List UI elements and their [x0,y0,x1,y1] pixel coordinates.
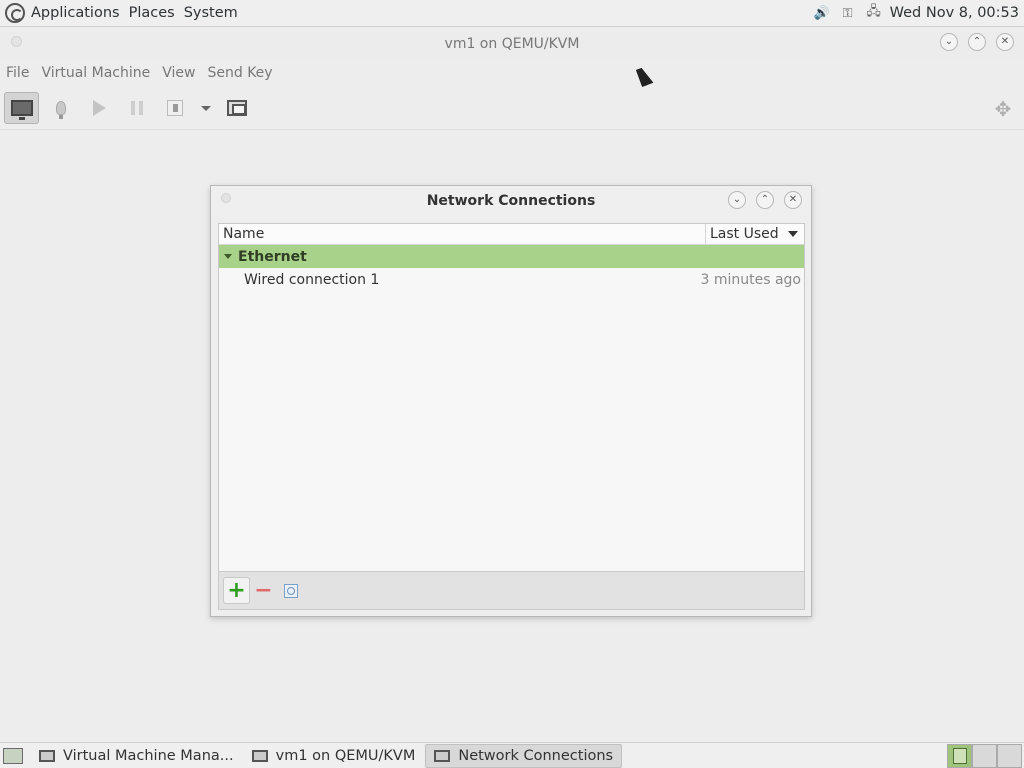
dialog-close-button[interactable]: ✕ [784,191,802,209]
details-button[interactable] [45,92,77,124]
bottom-panel: Virtual Machine Mana... vm1 on QEMU/KVM … [0,742,1024,768]
menu-view[interactable]: View [162,65,195,81]
workspace-1[interactable] [947,743,972,768]
key-icon[interactable]: ⚿ [838,4,858,22]
console-button[interactable] [4,92,39,124]
run-button[interactable] [83,92,115,124]
network-connections-icon [434,749,451,762]
settings-icon [283,583,298,598]
workspace-switcher [947,743,1022,768]
shutdown-dropdown[interactable] [197,92,215,124]
minus-icon: − [254,577,273,603]
task-network-connections[interactable]: Network Connections [425,743,623,768]
chevron-down-icon [201,105,211,111]
dialog-title: Network Connections [426,193,596,209]
task-virtual-machine-manager[interactable]: Virtual Machine Mana... [31,744,242,768]
clock[interactable]: Wed Nov 8, 00:53 [890,5,1019,21]
connection-last-used: 3 minutes ago [700,272,801,288]
system-menu[interactable]: System [184,5,238,21]
show-desktop-icon[interactable] [3,747,23,764]
column-last-used-label: Last Used [710,226,779,242]
play-icon [92,100,106,116]
places-menu[interactable]: Places [129,5,175,21]
list-item[interactable]: Wired connection 1 3 minutes ago [219,268,804,292]
task-label: Virtual Machine Mana... [63,747,234,764]
expander-icon[interactable] [224,254,232,259]
snapshots-button[interactable] [221,92,253,124]
workspace-2[interactable] [972,743,997,768]
vm-menubar: File Virtual Machine View Send Key [0,59,1024,87]
system-tray: 🔊 ⚿ 🖧 Wed Nov 8, 00:53 [812,4,1024,22]
fullscreen-icon[interactable]: ✥ [992,97,1014,121]
dialog-window-controls: ⌄ ⌃ ✕ [728,191,802,209]
vm-toolbar [0,87,1024,130]
pause-button[interactable] [121,92,153,124]
plus-icon: + [227,577,246,603]
delete-connection-button[interactable]: − [250,577,277,604]
group-label: Ethernet [238,248,307,265]
network-connections-dialog: Network Connections ⌄ ⌃ ✕ Name Last Used… [210,185,812,617]
add-connection-button[interactable]: + [223,577,250,604]
shutdown-button[interactable] [159,92,191,124]
dialog-minimize-button[interactable]: ⌄ [728,191,746,209]
task-label: Network Connections [458,747,614,764]
distro-logo-icon[interactable] [5,3,25,23]
volume-icon[interactable]: 🔊 [812,4,832,22]
dialog-titlebar[interactable]: Network Connections ⌄ ⌃ ✕ [211,186,811,216]
column-header-last-used[interactable]: Last Used [706,224,804,244]
list-header: Name Last Used [219,224,804,245]
list-action-bar: + − [219,571,804,609]
lightbulb-icon [56,101,66,119]
window-menu-icon[interactable] [11,36,22,47]
task-vm1-viewer[interactable]: vm1 on QEMU/KVM [244,744,424,768]
vm-window-title: vm1 on QEMU/KVM [444,35,580,52]
power-icon [167,100,183,116]
workspace-3[interactable] [997,743,1022,768]
sort-descending-icon [788,231,798,237]
monitor-icon [10,100,33,120]
vm-manager-icon [39,749,55,762]
screens-icon [227,100,247,116]
network-icon[interactable]: 🖧 [864,4,884,22]
connections-list[interactable]: Name Last Used Ethernet Wired connection… [218,223,805,610]
close-button[interactable]: ✕ [996,33,1014,51]
connection-name: Wired connection 1 [244,272,380,288]
vm-viewer-icon [251,749,268,762]
applications-menu[interactable]: Applications [31,5,120,21]
menu-virtual-machine[interactable]: Virtual Machine [41,65,150,81]
maximize-button[interactable]: ⌃ [968,33,986,51]
task-label: vm1 on QEMU/KVM [275,747,416,764]
minimize-button[interactable]: ⌄ [940,33,958,51]
pause-icon [131,101,143,115]
top-panel: Applications Places System 🔊 ⚿ 🖧 Wed Nov… [0,0,1024,27]
menu-file[interactable]: File [6,65,29,81]
dialog-menu-icon[interactable] [221,193,231,203]
edit-connection-button[interactable] [277,577,304,604]
vm-titlebar[interactable]: vm1 on QEMU/KVM ⌄ ⌃ ✕ [0,28,1024,59]
group-row-ethernet[interactable]: Ethernet [219,245,804,268]
column-header-name[interactable]: Name [219,224,706,244]
menu-send-key[interactable]: Send Key [207,65,272,81]
column-name-label: Name [223,226,265,242]
vm-window-controls: ⌄ ⌃ ✕ [940,33,1014,51]
dialog-maximize-button[interactable]: ⌃ [756,191,774,209]
